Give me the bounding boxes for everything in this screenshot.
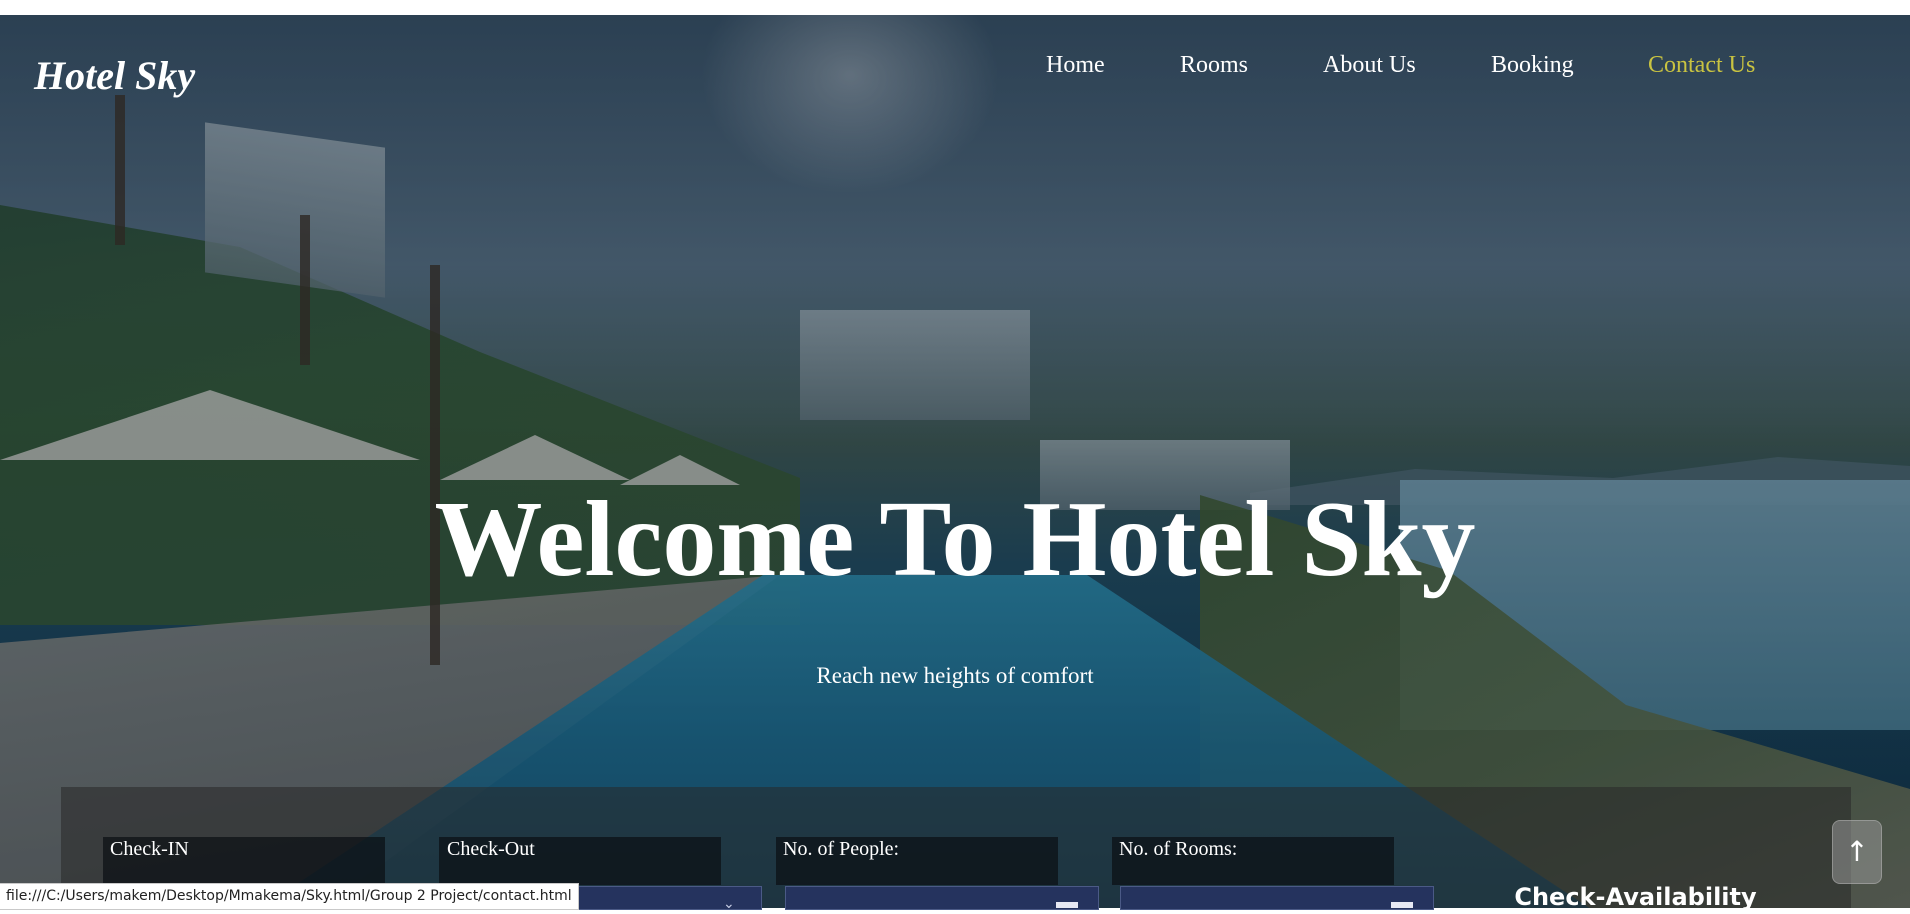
- arrow-up-icon: ↑: [1845, 835, 1869, 868]
- check-in-label: Check-IN: [110, 838, 189, 860]
- nav-link-booking[interactable]: Booking: [1491, 52, 1574, 79]
- chevron-down-icon: ⌄: [723, 896, 735, 912]
- top-strip: [0, 0, 1910, 15]
- check-out-label: Check-Out: [447, 838, 535, 860]
- hero-subtitle: Reach new heights of comfort: [816, 663, 1094, 688]
- hero-title: Welcome To Hotel Sky: [434, 480, 1476, 599]
- nav-link-rooms[interactable]: Rooms: [1180, 52, 1248, 79]
- site-logo[interactable]: Hotel Sky: [34, 52, 195, 99]
- nav-link-contact-us[interactable]: Contact Us: [1648, 52, 1755, 79]
- rooms-label: No. of Rooms:: [1119, 838, 1238, 860]
- check-availability-button[interactable]: Check-Availability: [1512, 880, 1759, 911]
- hero-overlay: [0, 15, 1910, 908]
- browser-status-bar: file:///C:/Users/makem/Desktop/Mmakema/S…: [0, 883, 579, 910]
- select-handle-icon: [1391, 902, 1413, 908]
- people-select[interactable]: [785, 886, 1099, 910]
- nav-link-about-us[interactable]: About Us: [1323, 52, 1416, 79]
- nav-link-home[interactable]: Home: [1046, 52, 1105, 79]
- rooms-select[interactable]: [1120, 886, 1434, 910]
- hero-background: [0, 15, 1910, 908]
- select-handle-icon: [1056, 902, 1078, 908]
- people-label: No. of People:: [783, 838, 900, 860]
- scroll-to-top-button[interactable]: ↑: [1832, 820, 1882, 884]
